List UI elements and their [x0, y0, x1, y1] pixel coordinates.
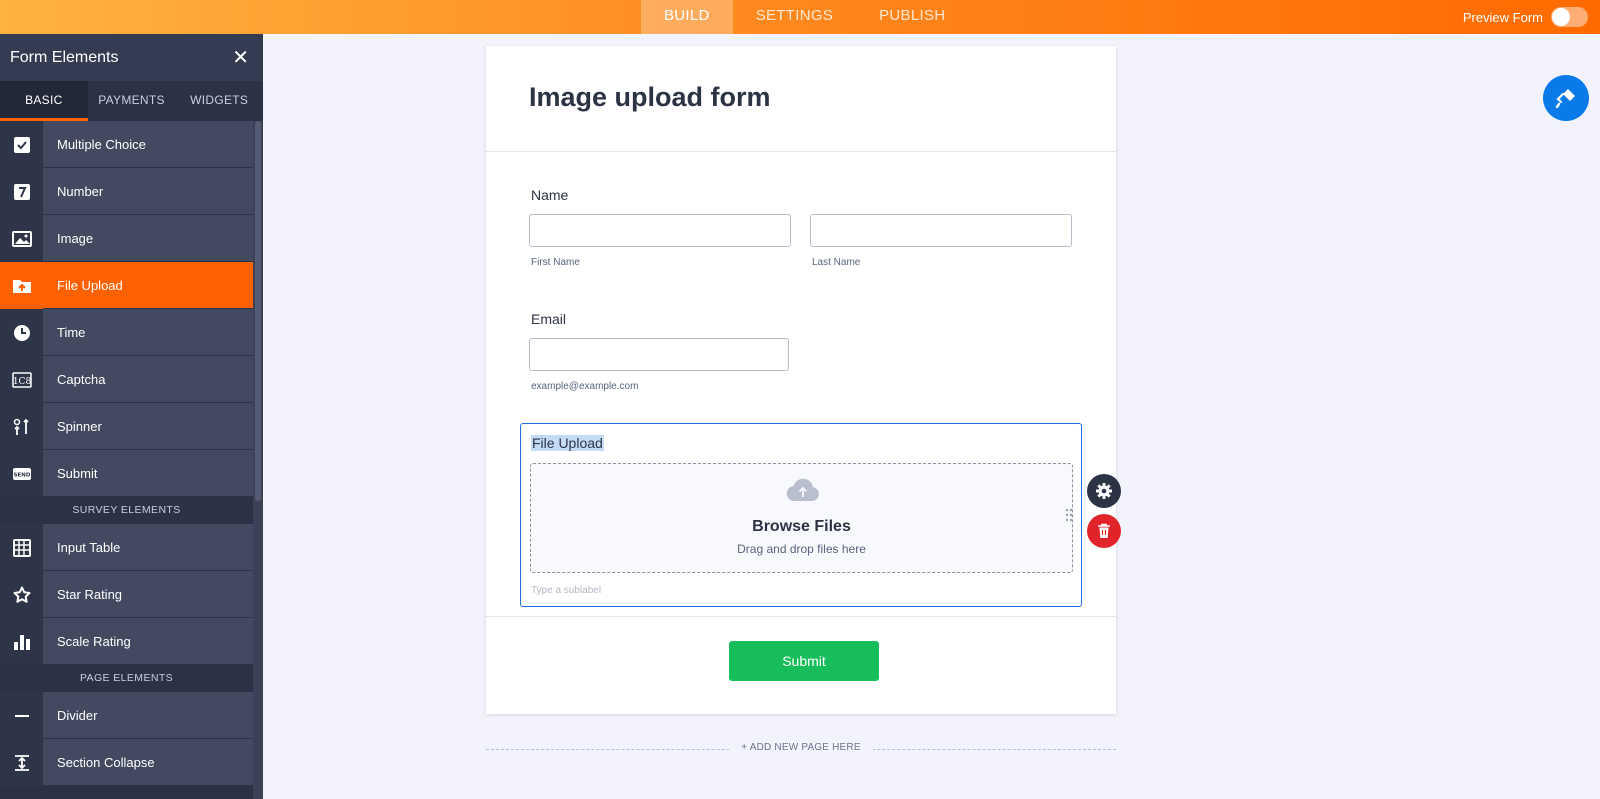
form-elements-sidebar: Form Elements ✕ BASIC PAYMENTS WIDGETS M… — [0, 34, 263, 799]
sidebar-item-label: Captcha — [43, 356, 253, 402]
sidebar-item-label: Section Collapse — [43, 739, 253, 785]
field-settings-button[interactable] — [1087, 474, 1121, 508]
number-icon — [0, 168, 43, 215]
sidebar-item-label: Submit — [43, 450, 253, 496]
name-label[interactable]: Name — [531, 187, 568, 203]
tab-widgets[interactable]: WIDGETS — [175, 81, 263, 121]
checkbox-icon — [0, 121, 43, 168]
svg-text:SEND: SEND — [13, 472, 30, 478]
form-card: Image upload form Name First Name Last N… — [486, 46, 1116, 714]
sidebar-item-captcha[interactable]: 1C8 Captcha — [0, 356, 253, 403]
sidebar-item-submit[interactable]: SEND Submit — [0, 450, 253, 497]
sidebar-item-multiple-choice[interactable]: Multiple Choice — [0, 121, 253, 168]
preview-form-label: Preview Form — [1462, 9, 1543, 25]
bar-chart-icon — [0, 618, 43, 665]
gear-icon — [1096, 483, 1112, 499]
preview-toggle[interactable] — [1551, 7, 1588, 27]
sidebar-item-label: Spinner — [43, 403, 253, 449]
page-elements-heading: PAGE ELEMENTS — [0, 665, 253, 692]
last-name-sublabel: Last Name — [812, 257, 861, 268]
toggle-knob — [1552, 8, 1570, 26]
paint-roller-icon — [1555, 89, 1575, 109]
tab-settings[interactable]: SETTINGS — [733, 0, 856, 34]
close-icon[interactable]: ✕ — [232, 48, 249, 68]
send-icon: SEND — [0, 450, 43, 497]
tab-payments[interactable]: PAYMENTS — [88, 81, 176, 121]
sidebar-item-label: Input Table — [43, 524, 253, 570]
cloud-upload-icon — [786, 478, 819, 502]
sidebar-item-number[interactable]: Number — [0, 168, 253, 215]
drag-handle-icon[interactable] — [1065, 508, 1073, 522]
form-designer-button[interactable] — [1543, 75, 1589, 121]
add-new-page[interactable]: + ADD NEW PAGE HERE — [486, 742, 1116, 756]
last-name-input[interactable] — [810, 214, 1072, 247]
preview-form: Preview Form — [1463, 7, 1588, 27]
email-sublabel: example@example.com — [531, 381, 639, 392]
sidebar-item-label: File Upload — [43, 262, 253, 308]
file-upload-icon — [0, 262, 43, 309]
delete-field-button[interactable] — [1087, 514, 1121, 548]
sidebar-item-time[interactable]: Time — [0, 309, 253, 356]
sidebar-item-spinner[interactable]: Spinner — [0, 403, 253, 450]
image-icon — [0, 215, 43, 262]
first-name-sublabel: First Name — [531, 257, 580, 268]
svg-text:1C8: 1C8 — [12, 377, 31, 387]
sidebar-item-input-table[interactable]: Input Table — [0, 524, 253, 571]
browse-files-button[interactable]: Browse Files — [531, 518, 1072, 536]
first-name-input[interactable] — [529, 214, 791, 247]
survey-elements-heading: SURVEY ELEMENTS — [0, 497, 253, 524]
file-dropzone[interactable]: Browse Files Drag and drop files here — [530, 463, 1073, 573]
sidebar-item-label: Star Rating — [43, 571, 253, 617]
sidebar-header: Form Elements ✕ — [0, 34, 263, 81]
trash-icon — [1098, 523, 1110, 538]
top-nav: BUILD SETTINGS PUBLISH — [641, 0, 968, 34]
sidebar-item-divider[interactable]: Divider — [0, 692, 253, 739]
sidebar-item-section-collapse[interactable]: Section Collapse — [0, 739, 253, 786]
email-label[interactable]: Email — [531, 311, 566, 327]
sidebar-item-image[interactable]: Image — [0, 215, 253, 262]
tab-build[interactable]: BUILD — [641, 0, 733, 34]
tab-publish[interactable]: PUBLISH — [856, 0, 968, 34]
top-bar: BUILD SETTINGS PUBLISH Preview Form — [0, 0, 1600, 34]
header-divider — [486, 151, 1116, 152]
star-icon — [0, 571, 43, 618]
sidebar-item-label: Divider — [43, 692, 253, 738]
table-icon — [0, 524, 43, 571]
file-upload-label[interactable]: File Upload — [531, 435, 604, 451]
form-title[interactable]: Image upload form — [529, 82, 771, 113]
add-page-label-wrap: + ADD NEW PAGE HERE — [486, 742, 1116, 753]
submit-button[interactable]: Submit — [729, 641, 879, 681]
sidebar-element-list: Multiple Choice Number Image File Upload… — [0, 121, 253, 786]
collapse-icon — [0, 739, 43, 786]
sidebar-item-label: Multiple Choice — [43, 121, 253, 167]
file-upload-field[interactable]: File Upload Browse Files Drag and drop f… — [520, 423, 1082, 607]
sidebar-item-label: Image — [43, 215, 253, 261]
sublabel-input[interactable]: Type a sublabel — [531, 585, 601, 596]
scrollbar-thumb[interactable] — [255, 121, 261, 501]
divider-icon — [0, 692, 43, 739]
tab-basic[interactable]: BASIC — [0, 81, 88, 121]
captcha-icon: 1C8 — [0, 356, 43, 403]
drag-drop-hint: Drag and drop files here — [737, 542, 866, 556]
sidebar-item-label: Scale Rating — [43, 618, 253, 664]
email-field[interactable] — [529, 338, 789, 371]
sidebar-item-scale-rating[interactable]: Scale Rating — [0, 618, 253, 665]
sidebar-item-star-rating[interactable]: Star Rating — [0, 571, 253, 618]
sidebar-item-file-upload[interactable]: File Upload — [0, 262, 253, 309]
sidebar-scrollbar[interactable] — [253, 121, 263, 799]
sidebar-tabs: BASIC PAYMENTS WIDGETS — [0, 81, 263, 121]
sidebar-item-label: Number — [43, 168, 253, 214]
footer-divider — [486, 616, 1116, 617]
sidebar-title: Form Elements — [10, 48, 119, 66]
clock-icon — [0, 309, 43, 356]
add-page-label[interactable]: + ADD NEW PAGE HERE — [729, 742, 873, 753]
sidebar-item-label: Time — [43, 309, 253, 355]
spinner-icon — [0, 403, 43, 450]
